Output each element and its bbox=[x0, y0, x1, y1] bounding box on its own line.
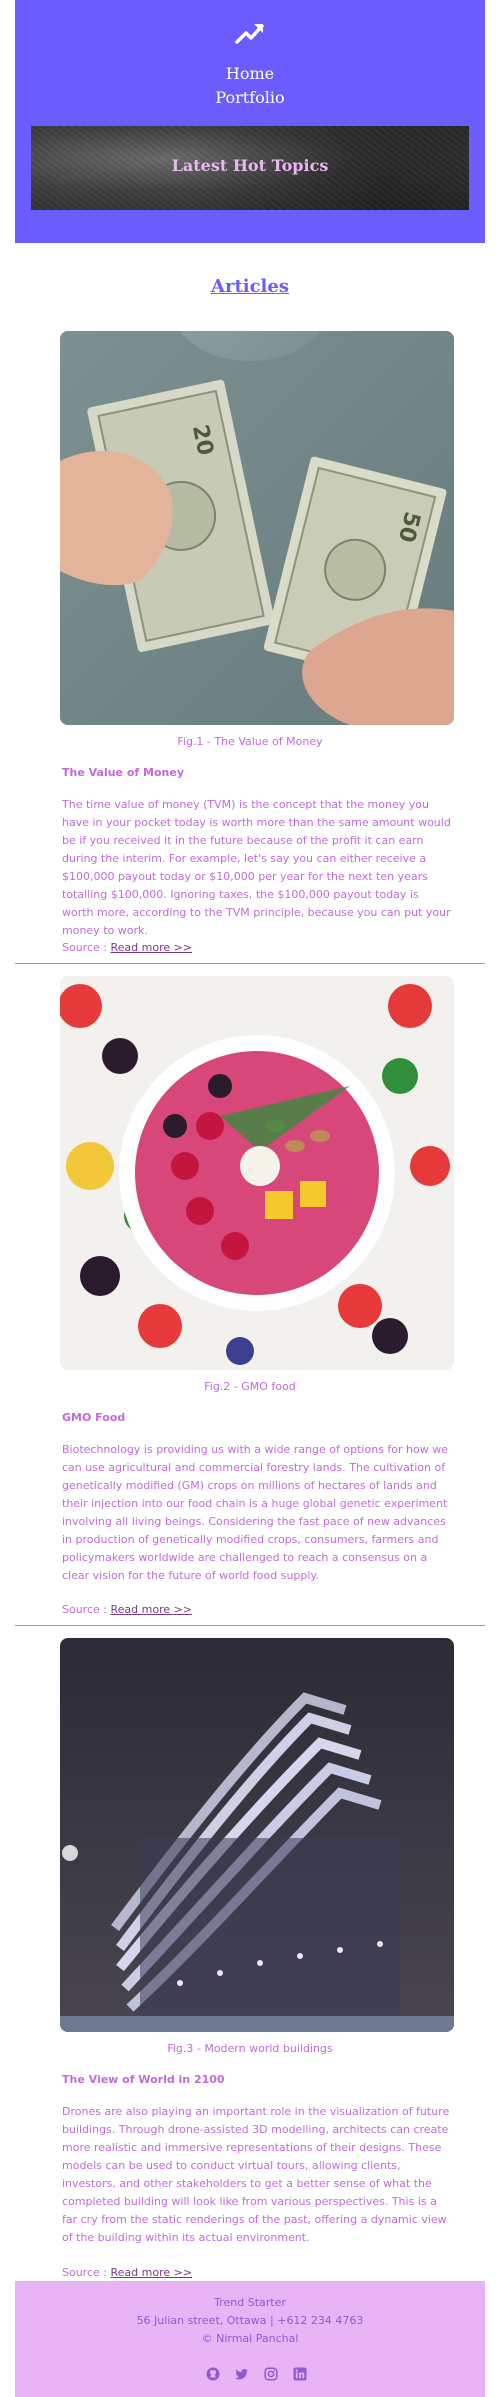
article-source: Source : Read more >> bbox=[62, 1603, 192, 1616]
nav-link-home[interactable]: Home bbox=[15, 64, 485, 83]
instagram-icon[interactable] bbox=[264, 2367, 278, 2381]
site-footer: Trend Starter 56 Julian street, Ottawa |… bbox=[15, 2281, 485, 2397]
source-label: Source : bbox=[62, 941, 111, 954]
figure-caption: Fig.2 - GMO food bbox=[204, 1380, 296, 1393]
divider bbox=[15, 963, 485, 964]
fruit-bowl-photo bbox=[60, 976, 454, 1370]
read-more-link[interactable]: Read more >> bbox=[110, 941, 192, 954]
article-title: The View of World in 2100 bbox=[62, 2073, 225, 2086]
footer-address: 56 Julian street, Ottawa | +612 234 4763 bbox=[136, 2314, 364, 2327]
figure-caption: Fig.3 - Modern world buildings bbox=[167, 2042, 333, 2055]
trending-up-icon[interactable] bbox=[235, 20, 265, 46]
divider bbox=[15, 1625, 485, 1626]
footer-company: Trend Starter bbox=[214, 2296, 286, 2309]
source-label: Source : bbox=[62, 1603, 111, 1616]
article-body: Biotechnology is providing us with a wid… bbox=[62, 1443, 448, 1582]
section-title[interactable]: Articles bbox=[0, 276, 500, 297]
linkedin-icon[interactable] bbox=[293, 2367, 307, 2381]
article-title: The Value of Money bbox=[62, 766, 184, 779]
article-body: Drones are also playing an important rol… bbox=[62, 2105, 450, 2244]
money-photo: 20 50 bbox=[60, 331, 454, 725]
read-more-link[interactable]: Read more >> bbox=[110, 1603, 192, 1616]
footer-copyright: © Nirmal Panchal bbox=[201, 2332, 299, 2345]
modern-building-photo bbox=[60, 1638, 454, 2032]
source-label: Source : bbox=[62, 2266, 111, 2279]
banner-title: Latest Hot Topics bbox=[171, 156, 329, 175]
twitter-icon[interactable] bbox=[235, 2367, 249, 2381]
article-title: GMO Food bbox=[62, 1411, 126, 1424]
article-source: Source : Read more >> bbox=[62, 941, 192, 954]
figure-caption: Fig.1 - The Value of Money bbox=[177, 735, 323, 748]
site-header: Home Portfolio Latest Hot Topics bbox=[15, 0, 485, 243]
article-source: Source : Read more >> bbox=[62, 2266, 192, 2279]
page: Home Portfolio Latest Hot Topics Article… bbox=[0, 0, 500, 2397]
github-icon[interactable] bbox=[206, 2367, 220, 2381]
read-more-link[interactable]: Read more >> bbox=[110, 2266, 192, 2279]
hero-banner: Latest Hot Topics bbox=[31, 126, 469, 210]
article-body: The time value of money (TVM) is the con… bbox=[62, 798, 451, 937]
nav-link-portfolio[interactable]: Portfolio bbox=[15, 88, 485, 107]
